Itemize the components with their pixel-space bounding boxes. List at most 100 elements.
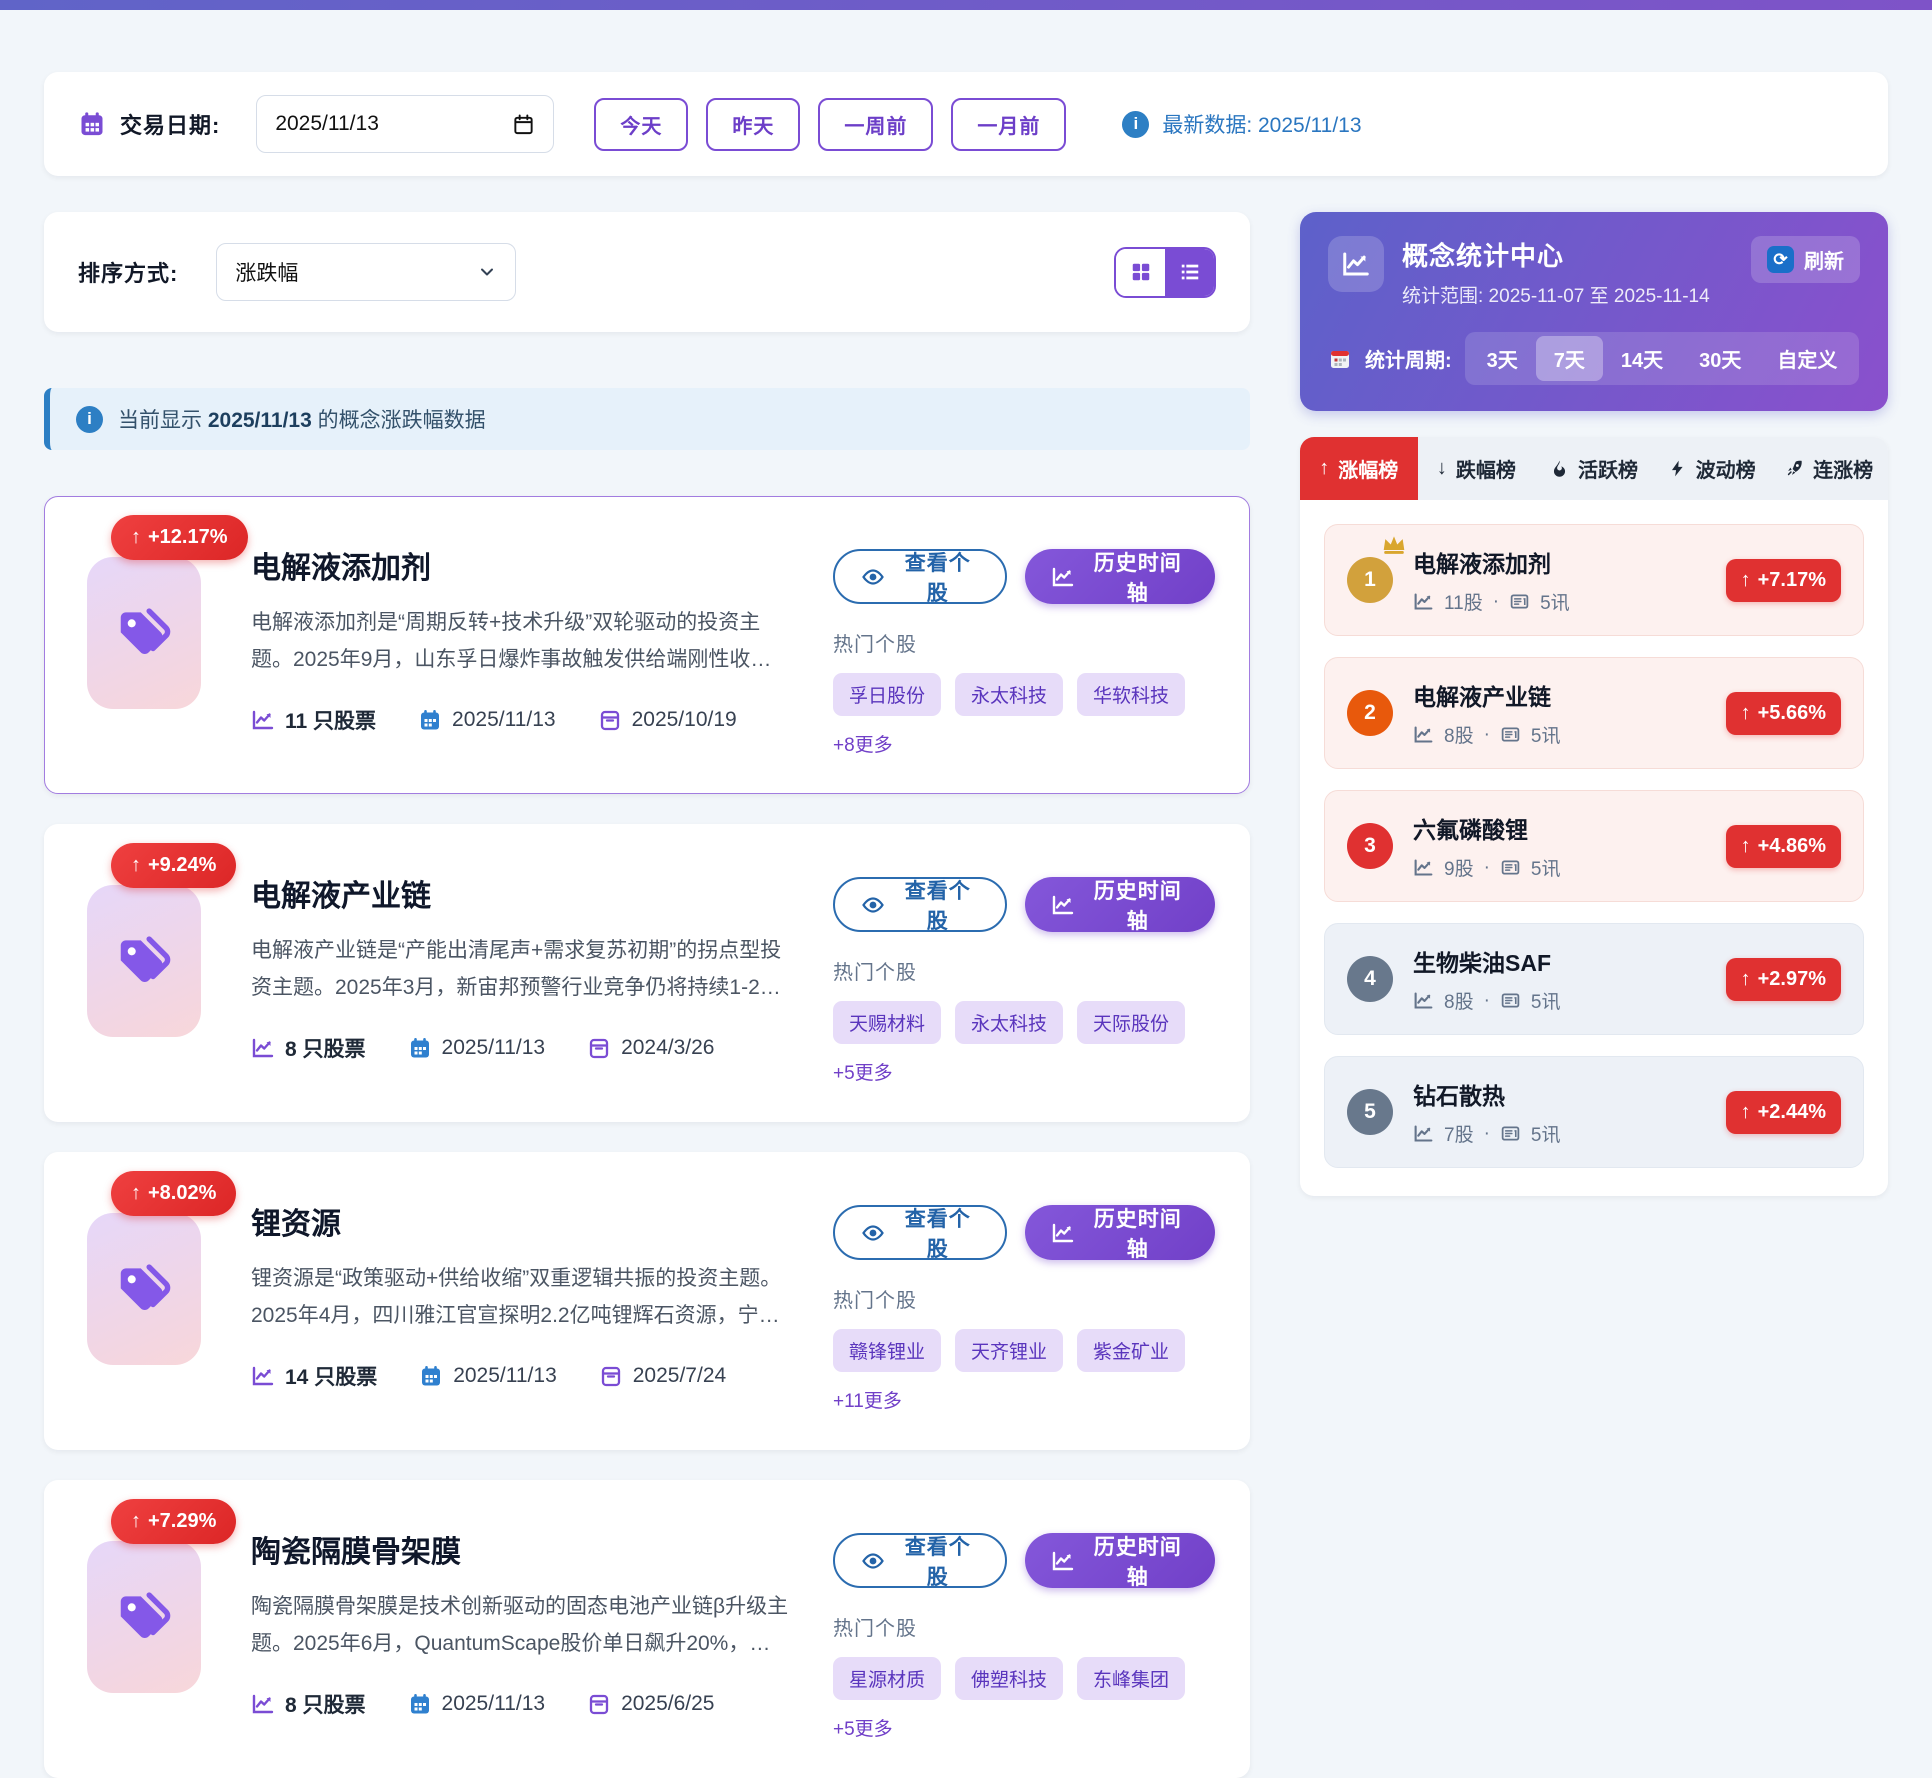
rank-info: 电解液添加剂 11股 · 5讯 <box>1413 545 1706 615</box>
create-date: 2025/10/19 <box>598 708 737 732</box>
rank-change-badge: ↑ +2.97% <box>1726 958 1841 1001</box>
yesterday-button[interactable]: 昨天 <box>706 98 800 151</box>
arrow-up-icon: ↑ <box>1741 702 1751 725</box>
view-stocks-button[interactable]: 查看个股 <box>833 1205 1007 1260</box>
concept-visual: ↑ +7.29% <box>79 1511 209 1741</box>
rank-news-count: 5讯 <box>1540 588 1570 615</box>
sort-selected-value: 涨跌幅 <box>235 257 298 287</box>
history-timeline-button[interactable]: 历史时间轴 <box>1025 1533 1215 1588</box>
rank-number: 5 <box>1347 1089 1393 1135</box>
stock-count: 8 只股票 <box>251 1033 366 1063</box>
period-custom-button[interactable]: 自定义 <box>1759 336 1855 381</box>
tag-icon <box>113 602 175 664</box>
more-stocks-link[interactable]: +5更多 <box>833 1714 893 1741</box>
chart-line-icon <box>1051 1549 1075 1573</box>
view-stocks-button[interactable]: 查看个股 <box>833 877 1007 932</box>
concept-card: ↑ +12.17% 电解液添加剂 电解液添加剂是“周期反转+技术升级”双轮驱动的… <box>44 496 1250 794</box>
meta-separator: · <box>1484 990 1490 1012</box>
trade-date-value: 2025/11/13 <box>275 112 379 136</box>
history-timeline-button[interactable]: 历史时间轴 <box>1025 549 1215 604</box>
arrow-up-icon: ↑ <box>131 1182 141 1205</box>
hot-stock-chips: 天赐材料 永太科技 天际股份 +5更多 <box>833 1001 1215 1085</box>
stock-chip[interactable]: 天赐材料 <box>833 1001 941 1044</box>
stats-range: 统计范围: 2025-11-07 至 2025-11-14 <box>1402 281 1710 308</box>
rank-item[interactable]: 3 六氟磷酸锂 9股 · <box>1324 790 1864 902</box>
lightning-icon <box>1668 459 1687 478</box>
arrow-up-icon: ↑ <box>1319 457 1329 480</box>
stock-chip[interactable]: 赣锋锂业 <box>833 1329 941 1372</box>
rank-item[interactable]: 2 电解液产业链 8股 · <box>1324 657 1864 769</box>
chart-line-icon <box>251 1364 275 1388</box>
rocket-icon <box>1785 459 1804 478</box>
period-30d-button[interactable]: 30天 <box>1681 336 1759 381</box>
sort-select[interactable]: 涨跌幅 <box>216 243 516 301</box>
stock-chip[interactable]: 佛塑科技 <box>955 1657 1063 1700</box>
calendar-blue-icon <box>408 1692 432 1716</box>
stock-chip[interactable]: 永太科技 <box>955 1001 1063 1044</box>
period-7d-button[interactable]: 7天 <box>1536 336 1603 381</box>
trade-date-input[interactable]: 2025/11/13 <box>256 95 554 153</box>
concept-body: 电解液添加剂 电解液添加剂是“周期反转+技术升级”双轮驱动的投资主题。2025年… <box>251 527 791 757</box>
concept-card-list: ↑ +12.17% 电解液添加剂 电解液添加剂是“周期反转+技术升级”双轮驱动的… <box>44 496 1250 1778</box>
rank-info: 钻石散热 7股 · 5讯 <box>1413 1077 1706 1147</box>
more-stocks-link[interactable]: +5更多 <box>833 1058 893 1085</box>
view-stocks-button[interactable]: 查看个股 <box>833 1533 1007 1588</box>
stock-chip[interactable]: 天齐锂业 <box>955 1329 1063 1372</box>
flame-icon <box>1550 459 1569 478</box>
stock-chip[interactable]: 天际股份 <box>1077 1001 1185 1044</box>
list-view-button[interactable] <box>1165 249 1214 296</box>
refresh-button[interactable]: ⟳ 刷新 <box>1751 236 1860 283</box>
calendar-purple-icon <box>598 708 622 732</box>
tab-active[interactable]: 活跃榜 <box>1535 437 1653 500</box>
rank-item[interactable]: 5 钻石散热 7股 · <box>1324 1056 1864 1168</box>
rank-item[interactable]: 1 电解液添加剂 11股 · <box>1324 524 1864 636</box>
rank-meta: 8股 · 5讯 <box>1413 721 1706 748</box>
stats-head-text: 概念统计中心 统计范围: 2025-11-07 至 2025-11-14 <box>1402 236 1710 308</box>
tab-streak[interactable]: 连涨榜 <box>1770 437 1888 500</box>
period-3d-button[interactable]: 3天 <box>1469 336 1536 381</box>
create-date: 2025/7/24 <box>599 1364 726 1388</box>
today-button[interactable]: 今天 <box>594 98 688 151</box>
stock-chip[interactable]: 华软科技 <box>1077 673 1185 716</box>
banner-text: 当前显示 2025/11/13 的概念涨跌幅数据 <box>118 404 486 434</box>
tab-losers[interactable]: ↓ 跌幅榜 <box>1418 437 1536 500</box>
stats-center-panel: 概念统计中心 统计范围: 2025-11-07 至 2025-11-14 ⟳ 刷… <box>1300 212 1888 411</box>
period-14d-button[interactable]: 14天 <box>1603 336 1681 381</box>
more-stocks-link[interactable]: +8更多 <box>833 730 893 757</box>
month-ago-button[interactable]: 一月前 <box>951 98 1066 151</box>
concept-card: ↑ +8.02% 锂资源 锂资源是“政策驱动+供给收缩”双重逻辑共振的投资主题。… <box>44 1152 1250 1450</box>
history-timeline-button[interactable]: 历史时间轴 <box>1025 877 1215 932</box>
history-timeline-button[interactable]: 历史时间轴 <box>1025 1205 1215 1260</box>
stock-chip[interactable]: 东峰集团 <box>1077 1657 1185 1700</box>
stock-chip[interactable]: 孚日股份 <box>833 673 941 716</box>
more-stocks-link[interactable]: +11更多 <box>833 1386 902 1413</box>
grid-view-button[interactable] <box>1116 249 1165 296</box>
change-badge: ↑ +9.24% <box>111 843 236 888</box>
tab-gainers[interactable]: ↑ 涨幅榜 <box>1300 437 1418 500</box>
concept-visual: ↑ +8.02% <box>79 1183 209 1413</box>
view-stocks-button[interactable]: 查看个股 <box>833 549 1007 604</box>
concept-body: 电解液产业链 电解液产业链是“产能出清尾声+需求复苏初期”的拐点型投资主题。20… <box>251 855 791 1085</box>
concept-description: 锂资源是“政策驱动+供给收缩”双重逻辑共振的投资主题。2025年4月，四川雅江官… <box>251 1261 791 1335</box>
latest-data-text: 最新数据: 2025/11/13 <box>1162 109 1361 139</box>
concept-actions: 查看个股 历史时间轴 热门个股 孚日股份 <box>833 527 1215 757</box>
rank-item[interactable]: 4 生物柴油SAF 8股 · <box>1324 923 1864 1035</box>
sort-label: 排序方式: <box>78 256 178 288</box>
stock-chip[interactable]: 紫金矿业 <box>1077 1329 1185 1372</box>
rank-change-badge: ↑ +4.86% <box>1726 825 1841 868</box>
list-view-icon <box>1179 261 1201 283</box>
tab-volatility[interactable]: 波动榜 <box>1653 437 1771 500</box>
eye-icon <box>861 1549 885 1573</box>
date-picker-icon[interactable] <box>512 113 535 136</box>
ranking-panel: ↑ 涨幅榜 ↓ 跌幅榜 活跃榜 <box>1300 437 1888 1196</box>
hot-stock-chips: 赣锋锂业 天齐锂业 紫金矿业 +11更多 <box>833 1329 1215 1413</box>
arrow-up-icon: ↑ <box>1741 1101 1751 1124</box>
calendar-blue-icon <box>419 1364 443 1388</box>
hot-stocks-label: 热门个股 <box>833 956 1215 985</box>
stock-chip[interactable]: 永太科技 <box>955 673 1063 716</box>
stock-chip[interactable]: 星源材质 <box>833 1657 941 1700</box>
ranking-list: 1 电解液添加剂 11股 · <box>1300 500 1888 1196</box>
crown-icon <box>1381 533 1407 555</box>
week-ago-button[interactable]: 一周前 <box>818 98 933 151</box>
concept-title: 锂资源 <box>251 1199 791 1243</box>
